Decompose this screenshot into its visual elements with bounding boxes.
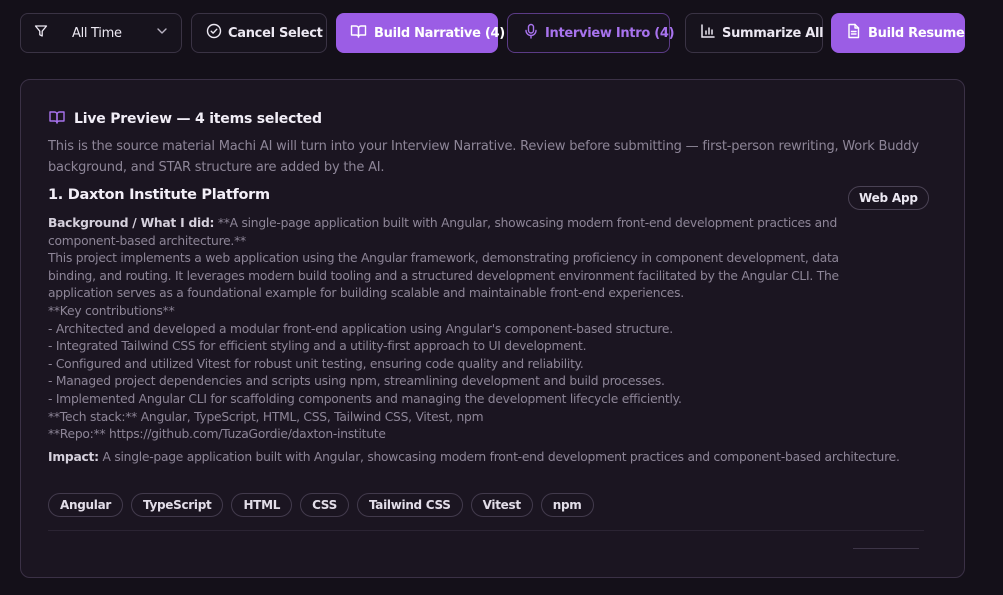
live-preview-card: Live Preview — 4 items selected This is …	[20, 79, 965, 578]
background-line: binding, and routing. It leverages moder…	[48, 268, 839, 283]
background-line: **Tech stack:** Angular, TypeScript, HTM…	[48, 409, 484, 424]
background-line: - Architected and developed a modular fr…	[48, 321, 673, 336]
interview-intro-button[interactable]: Interview Intro (4)	[507, 13, 675, 53]
background-line: application serves as a foundational exa…	[48, 286, 684, 301]
impact-text: A single-page application built with Ang…	[102, 450, 900, 464]
time-filter-value: All Time	[72, 25, 122, 41]
background-section: Background / What I did: **A single-page…	[48, 215, 928, 444]
preview-title: Live Preview — 4 items selected	[74, 111, 322, 127]
build-narrative-button[interactable]: Build Narrative (4)	[336, 13, 505, 53]
cancel-select-label: Cancel Select	[228, 25, 323, 41]
background-line: **Key contributions**	[48, 303, 175, 318]
book-open-icon	[350, 23, 367, 43]
tech-tag: TypeScript	[131, 493, 224, 517]
bar-chart-icon	[700, 23, 716, 43]
background-line: - Configured and utilized Vitest for rob…	[48, 356, 584, 371]
tech-tag: Tailwind CSS	[356, 493, 463, 517]
chevron-down-icon	[155, 24, 169, 42]
check-circle-icon	[206, 23, 222, 43]
item-title: 1. Daxton Institute Platform	[48, 187, 270, 203]
next-item-stub	[853, 548, 919, 549]
interview-intro-label: Interview Intro (4)	[545, 25, 675, 41]
item-divider	[48, 530, 924, 531]
build-resume-button[interactable]: Build Resume	[831, 13, 965, 53]
background-line: component-based architecture.**	[48, 233, 246, 248]
document-icon	[846, 23, 861, 43]
time-filter-select[interactable]: All Time	[20, 13, 182, 53]
impact-label: Impact:	[48, 450, 99, 464]
background-line: - Integrated Tailwind CSS for efficient …	[48, 339, 587, 354]
background-line: - Managed project dependencies and scrip…	[48, 374, 665, 389]
tech-tag: Vitest	[470, 493, 533, 517]
build-resume-label: Build Resume	[868, 25, 965, 41]
background-line: - Implemented Angular CLI for scaffoldin…	[48, 391, 682, 406]
tech-tag: HTML	[231, 493, 293, 517]
tech-tag: npm	[540, 493, 594, 517]
cancel-select-button[interactable]: Cancel Select	[191, 13, 327, 53]
preview-description: This is the source material Machi AI wil…	[48, 139, 919, 175]
tech-tag: Angular	[48, 493, 123, 517]
book-open-icon	[48, 109, 66, 129]
funnel-icon	[33, 23, 49, 43]
impact-section: Impact: A single-page application built …	[48, 449, 928, 467]
summarize-all-label: Summarize All	[722, 25, 824, 41]
background-label: Background / What I did:	[48, 216, 215, 230]
background-line: **Repo:** https://github.com/TuzaGordie/…	[48, 427, 386, 442]
background-line: This project implements a web applicatio…	[48, 251, 839, 266]
microphone-icon	[523, 23, 539, 43]
build-narrative-label: Build Narrative (4)	[374, 25, 505, 41]
tech-tag: CSS	[300, 493, 349, 517]
summarize-all-button[interactable]: Summarize All	[685, 13, 824, 53]
background-text: **A single-page application built with A…	[217, 216, 838, 230]
preview-header: Live Preview — 4 items selected	[48, 109, 322, 129]
project-type-badge: Web App	[848, 186, 929, 210]
tech-tags: Angular TypeScript HTML CSS Tailwind CSS…	[48, 493, 594, 517]
background-line: Background / What I did: **A single-page…	[48, 215, 928, 233]
